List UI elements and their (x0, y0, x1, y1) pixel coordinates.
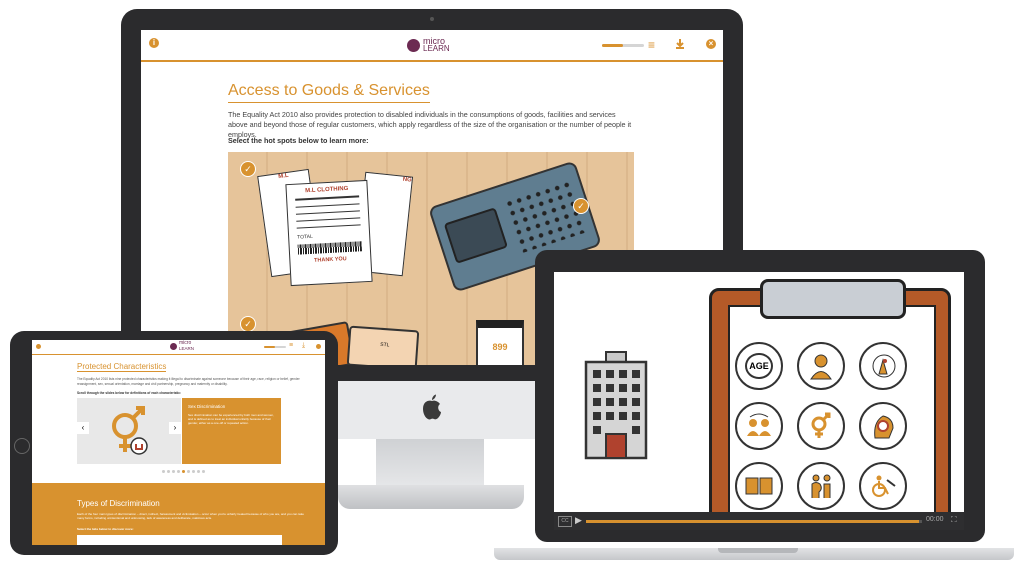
carousel-image (77, 398, 181, 464)
tablet-close-icon[interactable] (316, 344, 321, 349)
receipt-main-title: M.L CLOTHING (305, 185, 349, 195)
slide-text: Sex discrimination can be experienced by… (188, 413, 274, 425)
monitor-stand-base (338, 485, 524, 509)
speaker-grille (503, 178, 588, 254)
barcode (297, 241, 363, 255)
types-section: Types of Discrimination Each of the four… (32, 483, 325, 545)
receipt-total: TOTAL (297, 233, 313, 241)
page-title: Access to Goods & Services (228, 82, 430, 103)
store-card: STL (346, 325, 420, 365)
hotspot-instruction: Select the hot spots below to learn more… (228, 136, 369, 145)
carousel-prev-button[interactable]: ‹ (77, 422, 89, 434)
tablet-instruction: Scroll through the slides below for defi… (77, 391, 182, 395)
tablet-screen: micro LEARN ≡ ⤓ Protected Characteristic… (32, 340, 325, 545)
logo-globe-icon (407, 39, 420, 52)
play-button[interactable]: ▶ (575, 515, 582, 526)
characteristics-grid: AGE (735, 342, 925, 512)
tablet-progress-bar (264, 346, 286, 348)
hotspot-cards-check-icon[interactable]: ✓ (240, 316, 256, 332)
carousel-pagination (162, 470, 205, 473)
clipboard-clip (760, 279, 906, 319)
types-section-title: Types of Discrimination (77, 499, 160, 508)
hotspot-dictaphone-check-icon[interactable]: ✓ (573, 198, 589, 214)
receipt-main: M.L CLOTHING TOTAL THANK YOU (285, 179, 373, 287)
carousel-dot[interactable] (172, 470, 175, 473)
pregnancy-icon[interactable] (797, 462, 845, 510)
tablet-app-header: micro LEARN ≡ ⤓ (32, 340, 325, 355)
carousel-next-button[interactable]: › (169, 422, 181, 434)
laptop-notch (718, 548, 798, 553)
video-time: 00:00 (926, 516, 944, 523)
microlearn-logo: micro LEARN (407, 36, 467, 54)
marriage-icon[interactable] (735, 462, 783, 510)
info-icon[interactable]: i (149, 38, 159, 48)
carousel-dot[interactable] (177, 470, 180, 473)
religion-icon[interactable] (859, 342, 907, 390)
logo-text-learn: LEARN (423, 44, 450, 53)
tablet-page-title: Protected Characteristics (77, 362, 167, 372)
carousel-dot[interactable] (192, 470, 195, 473)
download-icon[interactable] (675, 39, 685, 49)
apple-logo-icon (423, 394, 441, 420)
gender-symbol-icon (112, 406, 148, 455)
video-progress-fill (586, 520, 919, 523)
gender-reassignment-icon[interactable] (735, 402, 783, 450)
laptop-screen: AGE CC ▶ 00:00 ⛶ (554, 272, 964, 530)
cassette-window (443, 207, 509, 264)
progress-bar (602, 44, 644, 47)
types-section-paragraph: Each of the four main types of discrimin… (77, 512, 304, 520)
carousel-dot[interactable] (202, 470, 205, 473)
price-tag-value: 899 (492, 342, 508, 352)
slide-heading: Sex Discrimination (188, 404, 226, 409)
sexual-orientation-icon[interactable] (859, 402, 907, 450)
tablet-logo-learn: LEARN (179, 346, 195, 351)
race-icon[interactable] (797, 342, 845, 390)
carousel-dot[interactable] (162, 470, 165, 473)
sex-icon[interactable] (797, 402, 845, 450)
age-icon[interactable]: AGE (735, 342, 783, 390)
tablet-intro-paragraph: The Equality Act 2010 lists nine protect… (77, 377, 300, 386)
carousel-dot[interactable] (167, 470, 170, 473)
monitor-stand-neck (376, 439, 484, 487)
fullscreen-icon[interactable]: ⛶ (951, 515, 957, 525)
tablet-progress-fill (264, 346, 275, 348)
captions-button[interactable]: CC (558, 516, 572, 527)
office-building-icon (584, 351, 648, 460)
webcam (430, 17, 434, 21)
close-icon[interactable]: × (706, 39, 716, 49)
receipt-thanks: THANK YOU (313, 256, 347, 264)
tablet-menu-icon[interactable]: ≡ (289, 342, 293, 349)
types-section-instruction: Select the tabs below to discover more: (77, 527, 134, 531)
carousel-text-panel: Sex Discrimination Sex discrimination ca… (182, 398, 281, 464)
tablet-download-icon[interactable]: ⤓ (302, 342, 305, 350)
types-tabs[interactable] (77, 535, 282, 545)
tablet-logo-globe-icon (170, 343, 177, 350)
carousel-dot[interactable] (197, 470, 200, 473)
price-tag: 899 (476, 320, 524, 365)
carousel-dot[interactable] (187, 470, 190, 473)
hotspot-receipts-check-icon[interactable]: ✓ (240, 161, 256, 177)
video-progress-bar[interactable] (586, 520, 922, 523)
tablet-home-button (14, 438, 30, 454)
app-header: i micro LEARN ≡ × (141, 30, 723, 62)
menu-icon[interactable]: ≡ (648, 38, 655, 52)
video-controls: CC ▶ 00:00 ⛶ (554, 512, 964, 530)
disability-icon[interactable] (859, 462, 907, 510)
carousel-dot[interactable] (182, 470, 185, 473)
progress-fill (602, 44, 623, 47)
tablet-info-icon[interactable] (36, 344, 41, 349)
